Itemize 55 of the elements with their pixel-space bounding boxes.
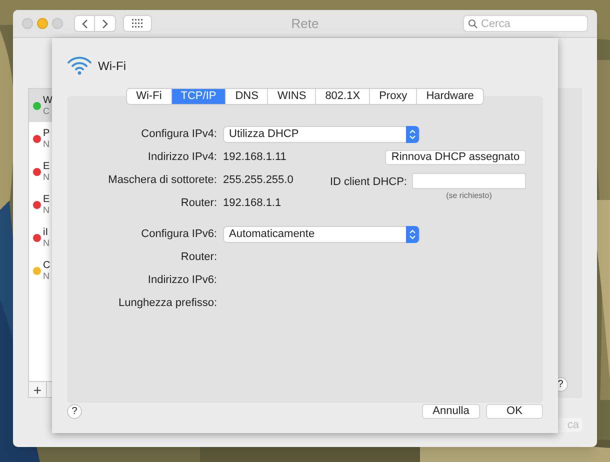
field-label: Configura IPv4:	[140, 127, 217, 142]
service-title: Wi-Fi	[98, 58, 126, 74]
back-button[interactable]	[74, 15, 95, 32]
tab[interactable]: 802.1X	[315, 89, 370, 104]
field-label: Lunghezza prefisso:	[118, 296, 217, 312]
search-icon	[468, 19, 478, 29]
service-name: E	[43, 160, 50, 172]
stepper-icon	[406, 226, 419, 243]
service-status: N	[43, 204, 50, 216]
popup-menu[interactable]: Utilizza DHCP	[223, 126, 420, 143]
dialog-button[interactable]: Annulla	[422, 404, 480, 419]
tab[interactable]: WINS	[267, 89, 316, 104]
service-status: N	[43, 172, 50, 182]
popup-menu[interactable]: Automaticamente	[223, 226, 420, 243]
service-status: N	[43, 238, 50, 248]
field-label: ID client DHCP:	[330, 175, 407, 190]
field-label: Maschera di sottorete:	[107, 173, 217, 188]
service-name: C	[43, 260, 50, 270]
field-label: Indirizzo IPv6:	[146, 273, 217, 288]
renew-dhcp-button[interactable]: Rinnova DHCP assegnato	[385, 150, 526, 165]
dialog-button[interactable]: OK	[486, 404, 543, 419]
close-button[interactable]	[22, 18, 33, 29]
window-title: Rete	[291, 14, 319, 33]
field-hint: (se richiesto)	[446, 190, 492, 202]
field-label: Indirizzo IPv4:	[146, 150, 217, 166]
service-name: P	[43, 128, 50, 138]
forward-button[interactable]	[95, 15, 116, 32]
client-id-field[interactable]	[412, 173, 526, 189]
service-name: W	[43, 94, 52, 106]
search-field[interactable]: Cerca	[463, 15, 588, 32]
service-status: C	[43, 106, 50, 116]
stepper-icon	[406, 126, 419, 143]
tab[interactable]: DNS	[225, 89, 268, 104]
service-status: N	[43, 138, 50, 150]
chevron-right-icon	[102, 18, 108, 28]
zoom-button[interactable]	[52, 18, 63, 29]
wifi-icon	[67, 56, 92, 75]
service-name: E	[43, 194, 50, 204]
field-label: Router:	[180, 250, 217, 266]
tab[interactable]: Hardware	[416, 89, 483, 104]
field-label: Configura IPv6:	[140, 227, 217, 242]
tab[interactable]: TCP/IP	[170, 89, 226, 104]
tab[interactable]: Wi-Fi	[127, 89, 171, 104]
field-value: 192.168.1.1	[223, 196, 282, 212]
field-value: 192.168.1.11	[223, 150, 286, 166]
service-status: N	[43, 270, 50, 282]
minimize-button[interactable]	[37, 18, 48, 29]
chevron-left-icon	[82, 18, 88, 28]
tab[interactable]: Proxy	[369, 89, 416, 104]
grid-icon	[132, 19, 143, 28]
field-label: Router:	[180, 196, 217, 212]
field-value: 255.255.255.0	[223, 173, 294, 188]
help-button[interactable]: ?	[67, 404, 82, 419]
service-name: iI	[43, 226, 49, 238]
grid-button[interactable]	[123, 15, 152, 32]
